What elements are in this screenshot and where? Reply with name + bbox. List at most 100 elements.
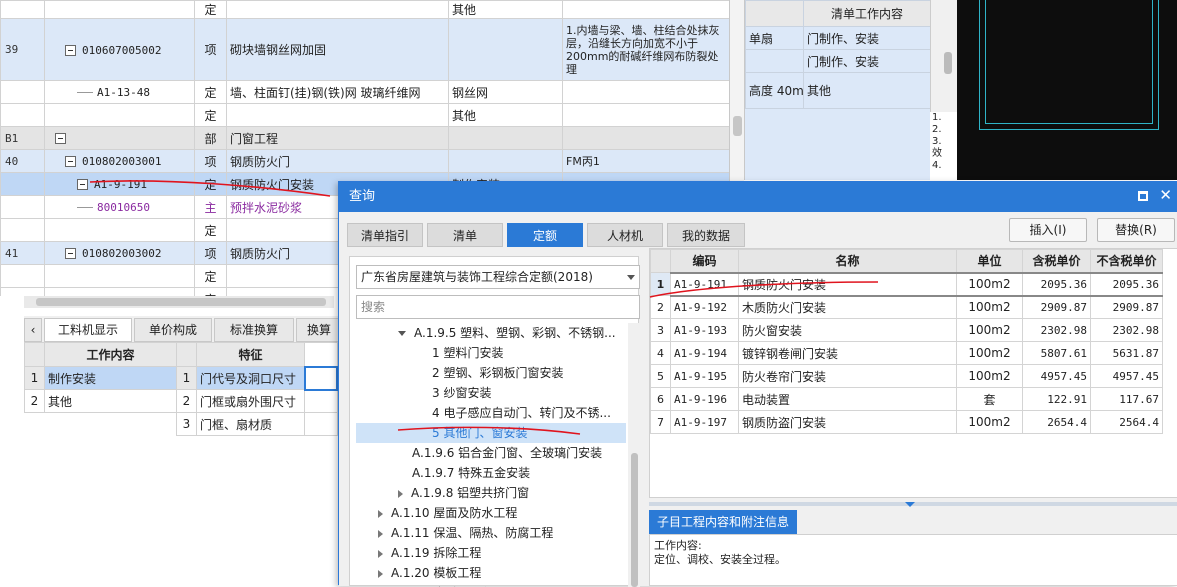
result-unit[interactable]: 套 bbox=[956, 387, 1023, 411]
result-unit[interactable]: 100m2 bbox=[956, 341, 1023, 365]
row-description[interactable]: 1.内墙与梁、墙、柱结合处抹灰层，沿缝长方向加宽不小于200mm的耐碱纤维网布防… bbox=[562, 18, 729, 81]
row-name[interactable]: 墙、柱面钉(挂)钢(铁)网 玻璃纤维网 bbox=[226, 80, 449, 104]
result-name[interactable]: 钢质防盗门安装 bbox=[738, 410, 957, 434]
row-type[interactable]: 项 bbox=[194, 149, 227, 173]
row-type[interactable]: 定 bbox=[194, 264, 227, 288]
tree-scroll-thumb[interactable] bbox=[631, 453, 638, 587]
tree-node[interactable]: A.1.11 保温、隔热、防腐工程 bbox=[356, 523, 626, 543]
expand-right-icon[interactable] bbox=[378, 549, 383, 558]
row-number[interactable]: B1 bbox=[0, 126, 45, 150]
result-row[interactable]: 5 A1-9-195 防火卷帘门安装 100m2 4957.45 4957.45 bbox=[650, 364, 1163, 388]
feature-value[interactable] bbox=[304, 412, 338, 436]
row-code[interactable] bbox=[44, 126, 195, 150]
replace-button[interactable]: 替换(R) bbox=[1097, 218, 1175, 242]
expand-right-icon[interactable] bbox=[378, 509, 383, 518]
row-number[interactable] bbox=[0, 172, 45, 196]
result-notax[interactable]: 2909.87 bbox=[1090, 295, 1163, 319]
result-name[interactable]: 防火卷帘门安装 bbox=[738, 364, 957, 388]
result-row[interactable]: 4 A1-9-194 镀锌钢卷闸门安装 100m2 5807.61 5631.87 bbox=[650, 341, 1163, 365]
collapse-toggle-icon[interactable] bbox=[65, 44, 76, 56]
row-code[interactable] bbox=[44, 264, 195, 288]
result-n[interactable]: 3 bbox=[650, 318, 671, 342]
result-code[interactable]: A1-9-196 bbox=[670, 387, 739, 411]
bill-row[interactable]: B1 部门窗工程 bbox=[0, 126, 729, 150]
result-code[interactable]: A1-9-197 bbox=[670, 410, 739, 434]
feature-item[interactable]: 门代号及洞口尺寸 bbox=[196, 366, 305, 390]
result-tax[interactable]: 2909.87 bbox=[1022, 295, 1091, 319]
tree-node[interactable]: A.1.10 屋面及防水工程 bbox=[356, 503, 626, 523]
result-code[interactable]: A1-9-195 bbox=[670, 364, 739, 388]
row-type[interactable]: 主 bbox=[194, 195, 227, 219]
result-tax[interactable]: 2095.36 bbox=[1022, 271, 1091, 297]
collapse-toggle-icon[interactable] bbox=[77, 179, 88, 190]
row-code[interactable] bbox=[44, 287, 195, 296]
row-type[interactable]: 定 bbox=[194, 218, 227, 242]
row-type[interactable]: 项 bbox=[194, 241, 227, 265]
row-number[interactable] bbox=[0, 0, 45, 19]
right-panel-scroll-thumb[interactable] bbox=[944, 52, 952, 74]
feature-item[interactable]: 门框、扇材质 bbox=[196, 412, 305, 436]
row-number[interactable]: 41 bbox=[0, 241, 45, 265]
row-type[interactable]: 项 bbox=[194, 18, 227, 81]
quota-library-select[interactable]: 广东省房屋建筑与装饰工程综合定额(2018) bbox=[356, 265, 640, 289]
row-type[interactable]: 定 bbox=[194, 0, 227, 19]
maximize-icon[interactable] bbox=[1138, 191, 1148, 201]
row-feature[interactable] bbox=[448, 126, 563, 150]
tree-node[interactable]: 4 电子感应自动门、转门及不锈... bbox=[356, 403, 626, 423]
result-unit[interactable]: 100m2 bbox=[956, 364, 1023, 388]
bill-row[interactable]: 定 其他 bbox=[0, 103, 729, 127]
result-tax[interactable]: 2302.98 bbox=[1022, 318, 1091, 342]
row-description[interactable] bbox=[562, 0, 729, 19]
row-feature[interactable] bbox=[448, 149, 563, 173]
feature-value-input[interactable] bbox=[303, 365, 338, 391]
tree-node[interactable]: 3 纱窗安装 bbox=[356, 383, 626, 403]
result-code[interactable]: A1-9-193 bbox=[670, 318, 739, 342]
result-n[interactable]: 7 bbox=[650, 410, 671, 434]
collapse-toggle-icon[interactable] bbox=[65, 156, 76, 167]
quota-result-grid[interactable]: 编码 名称 单位 含税单价 不含税单价 1 A1-9-191 钢质防火门安装 100m2 2095… bbox=[649, 248, 1177, 498]
expand-down-icon[interactable] bbox=[398, 331, 406, 336]
expand-right-icon[interactable] bbox=[378, 569, 383, 578]
row-name[interactable]: 门窗工程 bbox=[226, 126, 449, 150]
expand-right-icon[interactable] bbox=[398, 489, 403, 498]
result-unit[interactable]: 100m2 bbox=[956, 410, 1023, 434]
row-number[interactable] bbox=[0, 103, 45, 127]
row-number[interactable] bbox=[0, 264, 45, 288]
result-tax[interactable]: 122.91 bbox=[1022, 387, 1091, 411]
row-number[interactable] bbox=[0, 287, 45, 296]
tab-bill[interactable]: 清单 bbox=[427, 223, 503, 247]
work-item[interactable]: 制作安装 bbox=[44, 366, 177, 390]
result-n[interactable]: 2 bbox=[650, 295, 671, 319]
tab-scroll-left-icon[interactable]: ‹ bbox=[24, 318, 42, 342]
expand-right-icon[interactable] bbox=[378, 529, 383, 538]
tab-standard-conversion[interactable]: 标准换算 bbox=[214, 318, 294, 342]
tree-node[interactable]: A.1.21 脚手架工程 bbox=[356, 583, 626, 587]
close-icon[interactable]: ✕ bbox=[1159, 186, 1172, 204]
tab-my-data[interactable]: 我的数据 bbox=[667, 223, 745, 247]
result-tax[interactable]: 4957.45 bbox=[1022, 364, 1091, 388]
tree-node[interactable]: A.1.9.8 铝塑共挤门窗 bbox=[356, 483, 626, 503]
row-number[interactable]: 40 bbox=[0, 149, 45, 173]
row-number[interactable] bbox=[0, 80, 45, 104]
work-item[interactable]: 其他 bbox=[44, 389, 177, 413]
tree-node[interactable]: A.1.9.5 塑料、塑钢、彩钢、不锈钢... bbox=[356, 323, 626, 343]
tab-labor-material[interactable]: 人材机 bbox=[587, 223, 663, 247]
tab-bill-guide[interactable]: 清单指引 bbox=[347, 223, 423, 247]
tree-node[interactable]: A.1.19 拆除工程 bbox=[356, 543, 626, 563]
tab-quota[interactable]: 定额 bbox=[507, 223, 583, 247]
row-type[interactable]: 定 bbox=[194, 172, 227, 196]
tree-node[interactable]: 2 塑钢、彩钢板门窗安装 bbox=[356, 363, 626, 383]
result-col-header[interactable]: 不含税单价 bbox=[1090, 249, 1163, 273]
row-code[interactable]: 80010650 bbox=[44, 195, 195, 219]
grid-horizontal-scroll-thumb[interactable] bbox=[36, 298, 326, 306]
result-notax[interactable]: 117.67 bbox=[1090, 387, 1163, 411]
work-cell-b[interactable]: 门制作、安装 bbox=[803, 49, 931, 73]
result-n[interactable]: 1 bbox=[650, 272, 671, 296]
row-code[interactable]: 010802003002 bbox=[44, 241, 195, 265]
row-code[interactable] bbox=[44, 218, 195, 242]
row-name[interactable] bbox=[226, 103, 449, 127]
row-description[interactable] bbox=[562, 103, 729, 127]
tab-conversion[interactable]: 换算 bbox=[296, 318, 342, 342]
tab-price-composition[interactable]: 单价构成 bbox=[134, 318, 212, 342]
result-unit[interactable]: 100m2 bbox=[956, 295, 1023, 319]
